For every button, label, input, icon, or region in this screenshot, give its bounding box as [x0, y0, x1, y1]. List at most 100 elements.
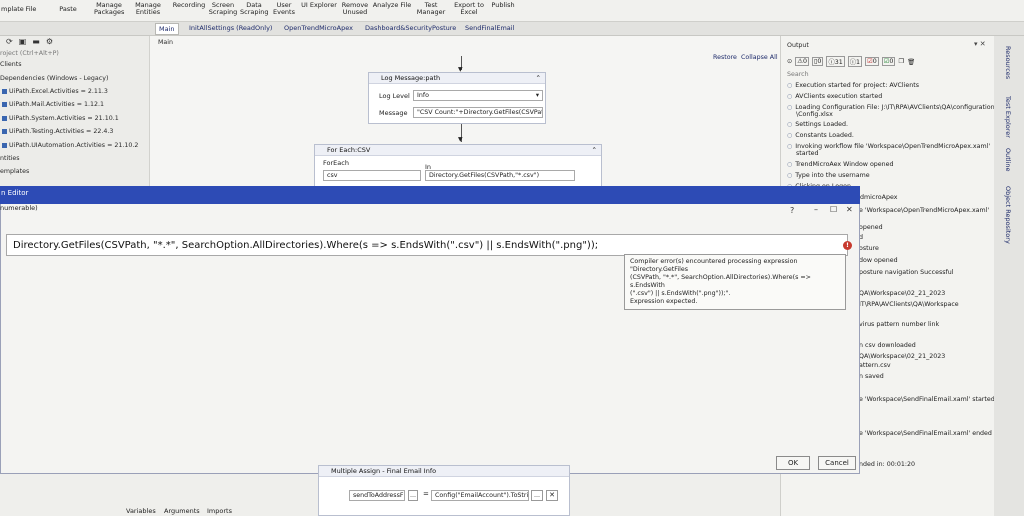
templates-node[interactable]: emplates: [0, 168, 29, 175]
tab-dashboard-security-posture[interactable]: Dashboard&SecurityPosture: [365, 24, 456, 32]
for-each-label: ForEach: [323, 159, 349, 167]
collapse-all-link[interactable]: Collapse All: [741, 54, 778, 61]
object-repository-tab[interactable]: Object Repository: [1004, 186, 1012, 244]
expression-editor-titlebar[interactable]: n Editor: [0, 186, 860, 204]
ribbon-recording-button[interactable]: Recording: [172, 0, 206, 21]
warning-filter-button[interactable]: ⚠0: [795, 57, 809, 66]
document-tabs: Main InitAllSettings (ReadOnly) OpenTren…: [0, 22, 1024, 36]
message-input[interactable]: "CSV Count:"+Directory.GetFiles(CSVPath,…: [413, 107, 543, 118]
variables-tab[interactable]: Variables: [126, 507, 156, 515]
close-button[interactable]: ✕: [846, 205, 853, 214]
dependency-testing[interactable]: UiPath.Testing.Activities = 22.4.3: [2, 128, 113, 135]
multiple-assign-header: Multiple Assign - Final Email Info: [319, 466, 569, 477]
entities-node[interactable]: ntities: [0, 155, 20, 162]
ok-button[interactable]: OK: [776, 456, 810, 470]
ribbon-file-button[interactable]: File: [20, 0, 42, 21]
ribbon-data-scraping-button[interactable]: Data Scraping: [240, 0, 269, 21]
output-line: e 'Workspace\OpenTrendMicroApex.xaml': [859, 207, 990, 214]
project-panel: ⟳▣▬⚙ roject (Ctrl+Alt+P) Clients Depende…: [0, 36, 150, 186]
tab-main[interactable]: Main: [155, 23, 179, 35]
ellipsis-button[interactable]: …: [531, 490, 543, 501]
project-root[interactable]: Clients: [0, 61, 22, 68]
dependencies-node[interactable]: Dependencies (Windows - Legacy): [0, 75, 108, 82]
collapse-icon[interactable]: ⌃: [536, 73, 541, 83]
info-filter-button[interactable]: ⓘ31: [826, 56, 845, 67]
ellipsis-button[interactable]: …: [408, 490, 418, 501]
verbose-filter-button[interactable]: ☑0: [865, 57, 879, 66]
collapse-icon[interactable]: ⌃: [592, 145, 597, 155]
output-line: osture: [859, 245, 879, 252]
ribbon-manage-entities-button[interactable]: Manage Entities: [124, 0, 172, 21]
error-line: Expression expected.: [630, 298, 698, 305]
error-icon[interactable]: !: [843, 241, 852, 250]
ribbon-export-excel-button[interactable]: Export to Excel: [450, 0, 488, 21]
output-search-input[interactable]: Search: [787, 71, 809, 78]
for-each-activity[interactable]: For Each:CSV ⌃ ForEach In csv Directory.G…: [314, 144, 602, 186]
project-toolbar[interactable]: ⟳▣▬⚙: [6, 37, 59, 46]
output-line: QA\Workspace\02_21_2023: [859, 290, 946, 297]
output-line: opened: [859, 224, 883, 231]
ribbon-screen-scraping-button[interactable]: Screen Scraping: [206, 0, 240, 21]
assign-value-input[interactable]: Config("EmailAccount").ToStri: [431, 490, 529, 501]
project-search[interactable]: roject (Ctrl+Alt+P): [0, 50, 59, 57]
expression-type-hint: numerable): [0, 204, 38, 212]
ribbon-paste-button[interactable]: Paste: [42, 0, 94, 21]
dependency-excel[interactable]: UiPath.Excel.Activities = 2.11.3: [2, 88, 108, 95]
arguments-tab[interactable]: Arguments: [164, 507, 200, 515]
package-icon: [2, 88, 7, 94]
expression-input[interactable]: Directory.GetFiles(CSVPath, "*.*", Searc…: [6, 234, 848, 256]
dependency-system[interactable]: UiPath.System.Activities = 21.10.1: [2, 115, 119, 122]
ribbon-test-manager-button[interactable]: Test Manager: [412, 0, 450, 21]
log-level-select[interactable]: Info ▾: [413, 90, 543, 101]
dialog-title: n Editor: [1, 189, 29, 197]
trace-filter-button[interactable]: ⓘ1: [847, 56, 863, 67]
output-filter-bar: ⊙ ⚠0 ▯0 ⓘ31 ⓘ1 ☑0 ☑0 ❐ 🗑: [787, 56, 915, 67]
output-line: posture navigation Successful: [859, 269, 954, 276]
log-message-header: Log Message:path ⌃: [369, 73, 545, 84]
log-level-label: Log Level: [379, 92, 410, 100]
dependency-mail[interactable]: UiPath.Mail.Activities = 1.12.1: [2, 101, 104, 108]
output-line: QA\Workspace\02_21_2023: [859, 353, 946, 360]
multiple-assign-activity[interactable]: Multiple Assign - Final Email Info sendT…: [318, 465, 570, 516]
ribbon-publish-button[interactable]: Publish: [488, 0, 518, 21]
resources-tab[interactable]: Resources: [1004, 46, 1012, 79]
ribbon-template-button[interactable]: mplate: [0, 0, 24, 21]
output-line: n saved: [859, 373, 884, 380]
help-button[interactable]: ?: [790, 206, 794, 215]
assign-variable-input[interactable]: sendToAddressF: [349, 490, 405, 501]
maximize-button[interactable]: ☐: [830, 205, 837, 214]
ribbon-analyze-file-button[interactable]: Analyze File: [372, 0, 412, 21]
ribbon-manage-packages-button[interactable]: Manage Packages: [94, 0, 124, 21]
log-message-activity[interactable]: Log Message:path ⌃ Log Level Info ▾ Messag…: [368, 72, 546, 124]
outline-tab[interactable]: Outline: [1004, 148, 1012, 172]
test-explorer-tab[interactable]: Test Explorer: [1004, 96, 1012, 138]
output-line: n csv downloaded: [859, 342, 916, 349]
error-filter-button[interactable]: ▯0: [811, 57, 824, 66]
imports-tab[interactable]: Imports: [207, 507, 232, 515]
dependency-uiautomation[interactable]: UiPath.UIAutomation.Activities = 21.10.2: [2, 142, 138, 149]
output-line: started: [796, 150, 819, 157]
output-line: nded in: 00:01:20: [859, 461, 916, 468]
tab-init-all-settings[interactable]: InitAllSettings (ReadOnly): [189, 24, 272, 32]
panel-options-icon[interactable]: ▾ ✕: [974, 40, 986, 48]
success-filter-button[interactable]: ☑0: [881, 57, 896, 66]
trash-icon[interactable]: 🗑: [907, 58, 915, 66]
copy-icon[interactable]: ❐: [898, 58, 904, 65]
output-line: dow opened: [859, 257, 898, 264]
cancel-button[interactable]: Cancel: [818, 456, 856, 470]
right-sidebar: Resources Test Explorer Outline Object R…: [994, 36, 1024, 516]
ribbon-user-events-button[interactable]: User Events: [268, 0, 300, 21]
tab-open-trend-micro-apex[interactable]: OpenTrendMicroApex: [284, 24, 353, 32]
ribbon-remove-unused-button[interactable]: Remove Unused: [338, 0, 372, 21]
restore-link[interactable]: Restore: [713, 54, 737, 61]
output-line: TrendMicroAex Window opened: [787, 161, 893, 169]
delete-icon[interactable]: ✕: [546, 490, 558, 501]
minimize-button[interactable]: –: [814, 205, 818, 214]
ribbon-ui-explorer-button[interactable]: UI Explorer: [300, 0, 338, 21]
clock-icon[interactable]: ⊙: [787, 58, 792, 65]
output-line: Execution started for project: AVClients: [787, 82, 919, 90]
in-collection-input[interactable]: Directory.GetFiles(CSVPath,"*.csv"): [425, 170, 575, 181]
tab-send-final-email[interactable]: SendFinalEmail: [465, 24, 514, 32]
output-line: \Config.xlsx: [796, 111, 833, 118]
for-each-variable-input[interactable]: csv: [323, 170, 421, 181]
